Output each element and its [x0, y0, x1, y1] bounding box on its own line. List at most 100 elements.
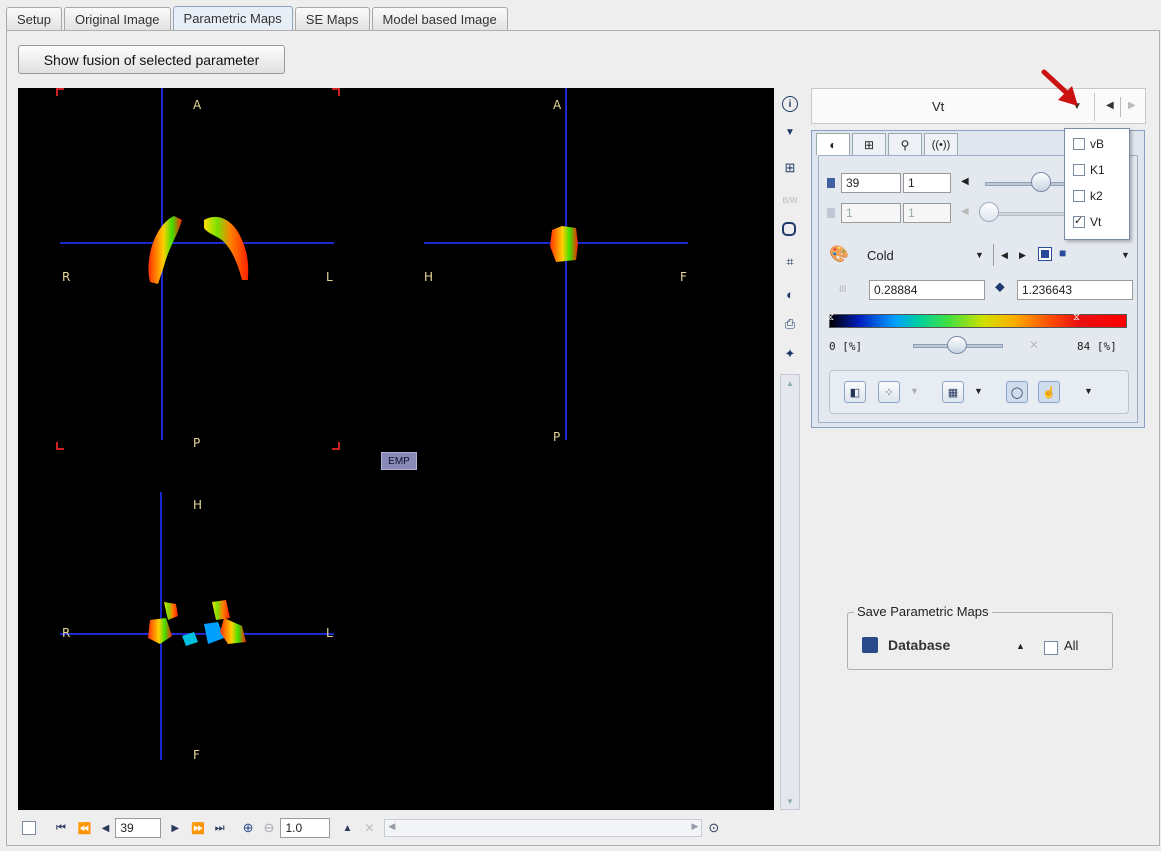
frame-value-input[interactable]: 1	[841, 203, 901, 223]
horizontal-scrollbar[interactable]: ◀ ▶	[384, 819, 703, 837]
grid-icon[interactable]: ▦	[942, 381, 964, 403]
param-checkbox-checked[interactable]	[1073, 214, 1085, 228]
scroll-down-icon[interactable]: ▼	[781, 793, 799, 809]
prev-slice-icon[interactable]: ◀	[961, 176, 969, 187]
range-min-label: 0 [%]	[829, 340, 863, 353]
shape-icon[interactable]	[782, 222, 796, 236]
colormap-name[interactable]: Cold	[867, 248, 894, 263]
scroll-left-icon[interactable]: ◀	[388, 821, 395, 832]
save-target[interactable]: Database	[888, 637, 950, 653]
sync-checkbox[interactable]	[22, 821, 36, 835]
camera-icon[interactable]: ⊙	[708, 820, 719, 836]
camera-icon[interactable]: ■	[1059, 246, 1066, 260]
slice-icon	[827, 178, 835, 188]
slice-slider[interactable]	[985, 182, 1075, 186]
label-left: L	[326, 270, 333, 284]
fast-forward-icon[interactable]: ⏩	[191, 822, 205, 835]
wave-tab-icon[interactable]: ((•))	[924, 133, 958, 155]
all-checkbox[interactable]	[1044, 640, 1058, 655]
slice-input[interactable]: 39	[115, 818, 162, 838]
prev-slice-icon[interactable]: ◀	[102, 823, 110, 834]
next-colormap-icon[interactable]: ▶	[1019, 250, 1026, 261]
tab-parametric-maps[interactable]: Parametric Maps	[172, 6, 293, 30]
cursor-icon[interactable]: ☝	[1038, 381, 1060, 403]
chevron-up-icon[interactable]: ▲	[342, 823, 352, 834]
colorbar-upper-marker[interactable]: ⧖	[1073, 312, 1080, 323]
print-icon[interactable]: ⎙	[782, 316, 798, 332]
zoom-input[interactable]: 1.0	[280, 818, 331, 838]
slice-step-input[interactable]: 1	[903, 173, 951, 193]
tab-original-image[interactable]: Original Image	[63, 7, 171, 30]
chevron-down-icon[interactable]: ▼	[974, 386, 983, 396]
param-option-vt[interactable]: Vt	[1065, 209, 1129, 235]
chevron-down-icon[interactable]: ▼	[910, 386, 919, 396]
info-icon[interactable]: i	[782, 96, 798, 112]
prev-colormap-icon[interactable]: ◀	[1001, 250, 1008, 261]
last-slice-icon[interactable]: ⏭	[215, 822, 225, 835]
param-option-k1[interactable]: K1	[1065, 157, 1129, 183]
label-left: L	[326, 626, 333, 640]
emp-badge[interactable]: EMP	[381, 452, 417, 470]
frame-slider-thumb[interactable]	[979, 202, 999, 222]
slice-slider-thumb[interactable]	[1031, 172, 1051, 192]
dots-icon[interactable]: ⁘	[878, 381, 900, 403]
label-foot: F	[680, 270, 687, 284]
annotation-arrow	[1041, 69, 1078, 106]
upper-threshold-input[interactable]: 1.236643	[1017, 280, 1133, 300]
label-right: R	[62, 270, 71, 284]
show-fusion-button[interactable]: Show fusion of selected parameter	[18, 45, 285, 74]
crosshair-icon[interactable]: ✦	[782, 346, 798, 362]
crosshair-vertical	[565, 88, 567, 440]
param-checkbox[interactable]	[1073, 190, 1085, 202]
prev-frame-icon[interactable]: ◀	[961, 206, 969, 217]
divider	[1120, 97, 1121, 117]
mouse-tab-icon[interactable]: ⚲	[888, 133, 922, 155]
next-parameter-icon[interactable]: ▶	[1128, 100, 1136, 111]
zoom-out-icon[interactable]: ⊖	[264, 820, 275, 836]
scroll-up-icon[interactable]: ▲	[781, 375, 799, 391]
contrast-tab-icon[interactable]: ◐	[816, 133, 850, 155]
scroll-right-icon[interactable]: ▶	[691, 821, 698, 832]
next-slice-icon[interactable]: ▶	[171, 823, 179, 834]
zoom-in-icon[interactable]: ⊕	[243, 820, 254, 836]
lower-threshold-input[interactable]: 0.28884	[869, 280, 985, 300]
close-icon[interactable]: ✕	[1029, 338, 1039, 352]
colorbar-lower-marker[interactable]: ⧖	[827, 312, 834, 323]
image-viewer[interactable]: A P R L A P H F EMP H F R L	[18, 88, 774, 810]
fast-back-icon[interactable]: ⏪	[78, 822, 92, 835]
chevron-down-icon[interactable]: ▼	[782, 124, 798, 140]
divider	[1094, 93, 1095, 121]
colormap-chevron-icon[interactable]: ▼	[975, 250, 984, 260]
param-checkbox[interactable]	[1073, 164, 1085, 176]
tab-setup[interactable]: Setup	[6, 7, 62, 30]
colorbar[interactable]	[829, 314, 1127, 328]
prev-parameter-icon[interactable]: ◀	[1106, 100, 1114, 111]
parameter-selector[interactable]: Vt ▼ ◀ ▶	[811, 88, 1146, 124]
first-slice-icon[interactable]: ⏮	[56, 822, 66, 835]
bw-icon[interactable]: B/W	[782, 192, 798, 208]
chevron-down-icon[interactable]: ▼	[1084, 386, 1093, 396]
close-icon[interactable]: ✕	[364, 821, 374, 835]
param-option-k2[interactable]: k2	[1065, 183, 1129, 209]
frame-step-input[interactable]: 1	[903, 203, 951, 223]
layout-icon[interactable]: ⊞	[782, 160, 798, 176]
rounded-shape-icon[interactable]: ◯	[1006, 381, 1028, 403]
slice-value-input[interactable]: 39	[841, 173, 901, 193]
chevron-down-icon[interactable]: ▼	[1121, 250, 1130, 260]
save-group: Save Parametric Maps Database ▲ All	[847, 604, 1113, 670]
param-label: K1	[1090, 163, 1105, 177]
overlay-icon[interactable]: ◧	[844, 381, 866, 403]
chevron-up-icon[interactable]: ▲	[1016, 641, 1025, 651]
tab-se-maps[interactable]: SE Maps	[294, 7, 370, 30]
invert-icon[interactable]	[1038, 247, 1052, 261]
vertical-scrollbar[interactable]: ▲ ▼	[780, 374, 800, 810]
param-checkbox[interactable]	[1073, 138, 1085, 150]
corner-marker	[332, 448, 340, 450]
tab-model-based-image[interactable]: Model based Image	[371, 7, 508, 30]
param-option-vb[interactable]: vB	[1065, 131, 1129, 157]
range-slider-thumb[interactable]	[947, 336, 967, 354]
divider	[993, 244, 994, 266]
contrast-icon[interactable]: ◐	[782, 286, 798, 302]
fit-icon[interactable]: ⌗	[782, 254, 798, 270]
grid-tab-icon[interactable]: ⊞	[852, 133, 886, 155]
